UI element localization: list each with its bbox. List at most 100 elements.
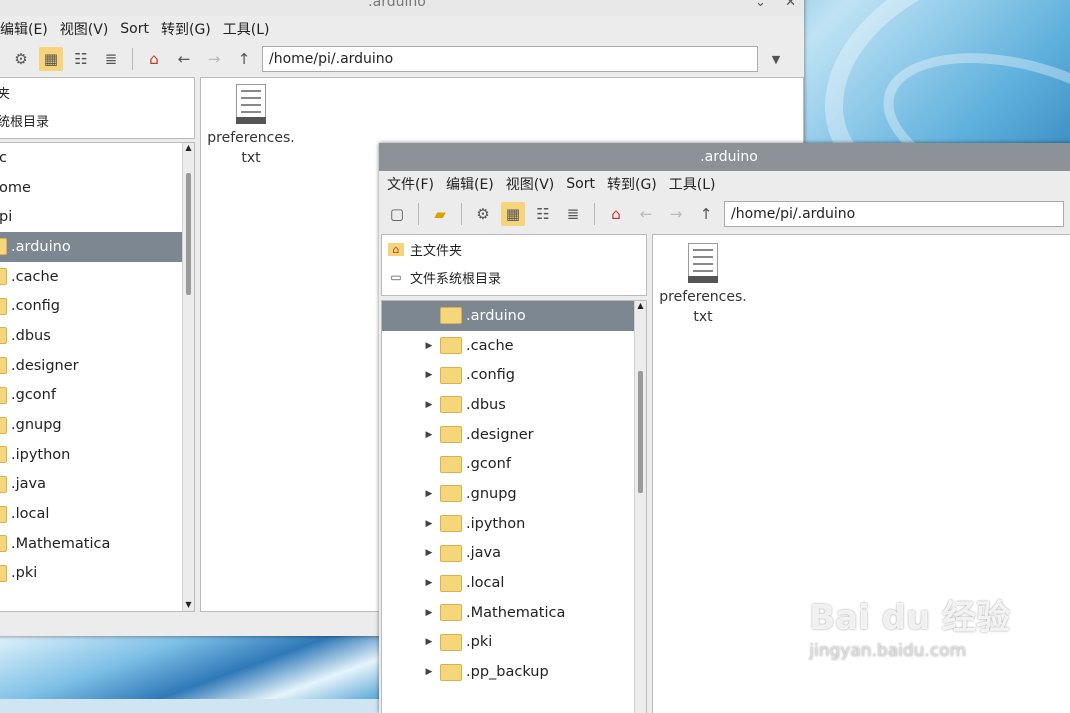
folder-icon — [440, 396, 462, 414]
menu-go[interactable]: 转到(G) — [161, 19, 211, 39]
tree-row[interactable]: .cache — [0, 262, 194, 292]
folder-icon — [440, 485, 462, 503]
menu-sort[interactable]: Sort — [120, 21, 149, 37]
tree-row[interactable]: .dbus — [0, 321, 194, 351]
tree-row[interactable]: ▶ .pki — [382, 628, 646, 658]
back-window-title: .arduino — [368, 0, 426, 10]
home-icon[interactable]: ⌂ — [142, 47, 166, 71]
back-arrow-icon[interactable]: ← — [634, 202, 658, 226]
menu-edit[interactable]: 编辑(E) — [0, 19, 48, 39]
front-titlebar[interactable]: .arduino — [379, 143, 1070, 171]
tree-row[interactable]: pi — [0, 202, 194, 232]
menu-view[interactable]: 视图(V) — [60, 19, 109, 39]
filter-icon[interactable]: ⚙ — [9, 47, 33, 71]
menu-tools[interactable]: 工具(L) — [223, 19, 270, 39]
tree-row[interactable]: c — [0, 143, 194, 173]
back-titlebar[interactable]: .arduino ⌄ ⌃ ✕ — [0, 0, 804, 16]
forward-arrow-icon[interactable]: → — [202, 47, 226, 71]
tree-row[interactable]: .gconf — [382, 449, 646, 479]
tree-row[interactable]: ▶ .java — [382, 539, 646, 569]
up-arrow-icon[interactable]: ↑ — [232, 47, 256, 71]
tree-row[interactable]: .Mathematica — [0, 529, 194, 559]
folder-icon — [440, 426, 462, 444]
place-root[interactable]: ▭ 文件系统根目录 — [382, 263, 646, 291]
tree-row[interactable]: ▶ .pp_backup — [382, 657, 646, 687]
file-preferences-txt[interactable]: preferences. txt — [207, 84, 295, 168]
menu-tools[interactable]: 工具(L) — [669, 174, 716, 194]
expander-arrow-icon[interactable]: ▶ — [424, 489, 434, 499]
compact-view-icon[interactable]: ☷ — [531, 202, 555, 226]
text-file-icon — [236, 84, 266, 124]
menu-go[interactable]: 转到(G) — [607, 174, 657, 194]
tree-scrollbar[interactable]: ▲ — [634, 301, 646, 713]
front-toolbar: ▢ ▰ ⚙ ▦ ☷ ≣ ⌂ ← → ↑ /home/pi/.arduino — [379, 197, 1070, 231]
tree-row[interactable]: .arduino — [382, 301, 646, 331]
new-window-icon[interactable]: ▢ — [385, 202, 409, 226]
tree-row[interactable]: ▶ .cache — [382, 331, 646, 361]
tree-scrollbar[interactable]: ▲ ▼ — [182, 143, 194, 611]
expander-arrow-icon[interactable]: ▶ — [424, 400, 434, 410]
folder-icon — [440, 574, 462, 592]
menu-edit[interactable]: 编辑(E) — [446, 174, 494, 194]
path-input[interactable]: /home/pi/.arduino — [262, 46, 758, 72]
place-root-label: 文件系统根目录 — [410, 271, 502, 287]
expander-arrow-icon[interactable]: ▶ — [424, 370, 434, 380]
place-root[interactable]: 统根目录 — [0, 106, 194, 134]
menu-file[interactable]: 文件(F) — [387, 174, 434, 194]
home-icon[interactable]: ⌂ — [604, 202, 628, 226]
folder-icon — [440, 633, 462, 651]
tree-row[interactable]: .ipython — [0, 440, 194, 470]
up-arrow-icon[interactable]: ↑ — [694, 202, 718, 226]
list-view-icon[interactable]: ≣ — [99, 47, 123, 71]
tree-row[interactable]: ▶ .ipython — [382, 509, 646, 539]
expander-arrow-icon[interactable]: ▶ — [424, 667, 434, 677]
forward-arrow-icon[interactable]: → — [664, 202, 688, 226]
tree-row[interactable]: .gconf — [0, 381, 194, 411]
tree-row[interactable]: .java — [0, 470, 194, 500]
tree-row-label: .gconf — [11, 387, 56, 404]
tree-row[interactable]: .pki — [0, 559, 194, 589]
desktop-wallpaper-bottom — [0, 636, 380, 699]
folder-icon — [440, 337, 462, 355]
tree-row[interactable]: ▶ .local — [382, 568, 646, 598]
place-home[interactable]: 夹 — [0, 78, 194, 106]
new-folder-icon[interactable]: ▰ — [428, 202, 452, 226]
path-dropdown-icon[interactable]: ▼ — [764, 47, 788, 71]
back-arrow-icon[interactable]: ← — [172, 47, 196, 71]
tree-row[interactable]: .local — [0, 499, 194, 529]
tree-row[interactable]: .config — [0, 291, 194, 321]
tree-row-label: .arduino — [11, 238, 71, 255]
file-preferences-txt[interactable]: preferences. txt — [659, 243, 747, 327]
expander-arrow-icon[interactable]: ▶ — [424, 430, 434, 440]
expander-arrow-icon[interactable]: ▶ — [424, 548, 434, 558]
text-file-icon — [688, 243, 718, 283]
icon-view-icon[interactable]: ▦ — [39, 47, 63, 71]
menu-sort[interactable]: Sort — [566, 176, 595, 192]
menu-view[interactable]: 视图(V) — [506, 174, 555, 194]
place-home[interactable]: ⌂ 主文件夹 — [382, 235, 646, 263]
tree-row[interactable]: ▶ .config — [382, 360, 646, 390]
front-menubar: 文件(F) 编辑(E) 视图(V) Sort 转到(G) 工具(L) — [379, 171, 1070, 197]
tree-row[interactable]: ▶ .dbus — [382, 390, 646, 420]
expander-arrow-icon[interactable]: ▶ — [424, 519, 434, 529]
compact-view-icon[interactable]: ☷ — [69, 47, 93, 71]
expander-arrow-icon[interactable]: ▶ — [424, 637, 434, 647]
tree-row[interactable]: .designer — [0, 351, 194, 381]
expander-arrow-icon[interactable]: ▶ — [424, 578, 434, 588]
tree-row[interactable]: .arduino — [0, 232, 194, 262]
list-view-icon[interactable]: ≣ — [561, 202, 585, 226]
path-input[interactable]: /home/pi/.arduino — [724, 201, 1064, 227]
expander-arrow-icon[interactable]: ▶ — [424, 341, 434, 351]
baidu-watermark: Bai du 经验 jingyan.baidu.com — [809, 590, 1010, 661]
tree-row[interactable]: ome — [0, 173, 194, 203]
window-controls[interactable]: ⌄ ⌃ ✕ — [755, 0, 796, 10]
tree-row[interactable]: ▶ .gnupg — [382, 479, 646, 509]
tree-row[interactable]: ▶ .designer — [382, 420, 646, 450]
tree-row[interactable]: ▶ .Mathematica — [382, 598, 646, 628]
filter-icon[interactable]: ⚙ — [471, 202, 495, 226]
folder-icon — [0, 535, 7, 553]
tree-row-label: .ipython — [466, 515, 526, 532]
tree-row[interactable]: .gnupg — [0, 410, 194, 440]
icon-view-icon[interactable]: ▦ — [501, 202, 525, 226]
expander-arrow-icon[interactable]: ▶ — [424, 608, 434, 618]
